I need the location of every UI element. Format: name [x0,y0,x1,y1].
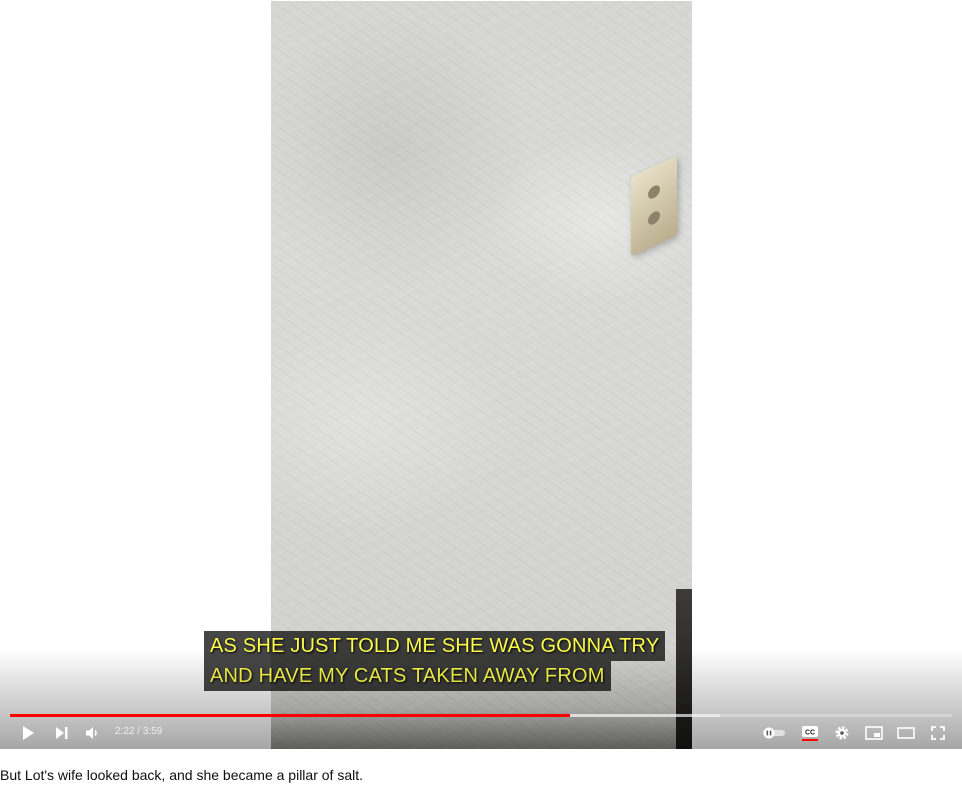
miniplayer-button[interactable] [858,720,890,746]
time-display: 2:22 / 3:59 [115,726,162,737]
progress-played [10,714,570,717]
gear-icon [835,726,849,740]
theater-mode-icon [897,727,915,739]
autoplay-toggle-icon [763,727,785,739]
play-button[interactable] [12,720,44,746]
mute-button[interactable] [77,720,109,746]
next-button[interactable] [46,720,78,746]
cc-icon: CC [802,726,818,741]
time-duration: 3:59 [142,726,163,737]
time-separator: / [137,726,141,737]
video-player[interactable]: AS SHE JUST TOLD ME SHE WAS GONNA TRY AN… [0,0,962,749]
play-icon [23,726,34,740]
autoplay-toggle[interactable] [758,720,790,746]
settings-button[interactable] [826,720,858,746]
miniplayer-icon [865,726,883,740]
time-current: 2:22 [115,726,135,737]
next-icon [56,727,68,739]
outlet-socket-bottom [648,209,660,227]
outlet-socket-top [648,183,660,201]
svg-text:CC: CC [805,730,815,737]
progress-bar[interactable] [10,714,952,717]
caption-line-2: AND HAVE MY CATS TAKEN AWAY FROM [204,661,611,691]
caption-line-1: AS SHE JUST TOLD ME SHE WAS GONNA TRY [204,631,666,661]
theater-mode-button[interactable] [890,720,922,746]
captions-window: AS SHE JUST TOLD ME SHE WAS GONNA TRY AN… [204,631,666,691]
video-description: But Lot's wife looked back, and she beca… [0,767,363,783]
player-controls: 2:22 / 3:59 CC [0,718,962,749]
fullscreen-icon [931,726,945,740]
fullscreen-button[interactable] [922,720,954,746]
volume-icon [86,727,97,739]
subtitles-button[interactable]: CC [794,720,826,746]
